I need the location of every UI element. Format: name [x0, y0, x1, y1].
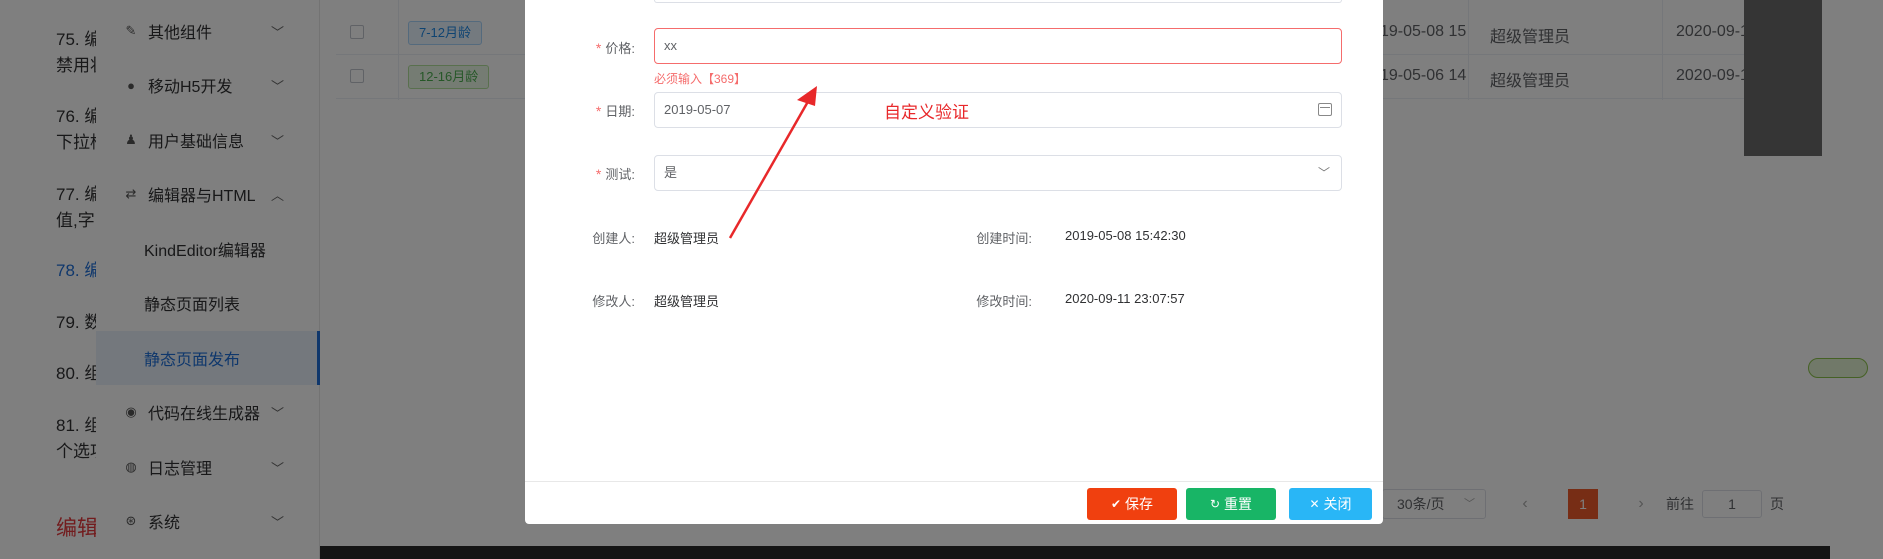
- reset-button[interactable]: ↻ 重置: [1186, 488, 1276, 520]
- modifier-value: 超级管理员: [654, 294, 720, 309]
- create-time-value: 2019-05-08 15:42:30: [1065, 228, 1186, 243]
- annotation-arrow-icon: [728, 86, 817, 239]
- create-time-label: 创建时间:: [976, 231, 1032, 246]
- close-icon: ✕: [1309, 497, 1320, 511]
- creator-value: 超级管理员: [654, 231, 720, 246]
- modifier-label: 修改人:: [592, 294, 635, 309]
- check-icon: ✔: [1110, 497, 1122, 511]
- save-button[interactable]: ✔ 保存: [1087, 488, 1177, 520]
- close-button[interactable]: ✕ 关闭: [1289, 488, 1372, 520]
- edit-dialog: * 价格: xx 必须输入【369】 * 日期: 2019-05-07 * 测试: 是…: [525, 0, 1383, 524]
- modify-time-label: 修改时间:: [976, 294, 1032, 309]
- creator-label: 创建人:: [592, 231, 635, 246]
- refresh-icon: ↻: [1209, 497, 1221, 511]
- modify-time-value: 2020-09-11 23:07:57: [1065, 291, 1185, 306]
- dialog-footer: ✔ 保存 ↻ 重置 ✕ 关闭: [525, 481, 1383, 524]
